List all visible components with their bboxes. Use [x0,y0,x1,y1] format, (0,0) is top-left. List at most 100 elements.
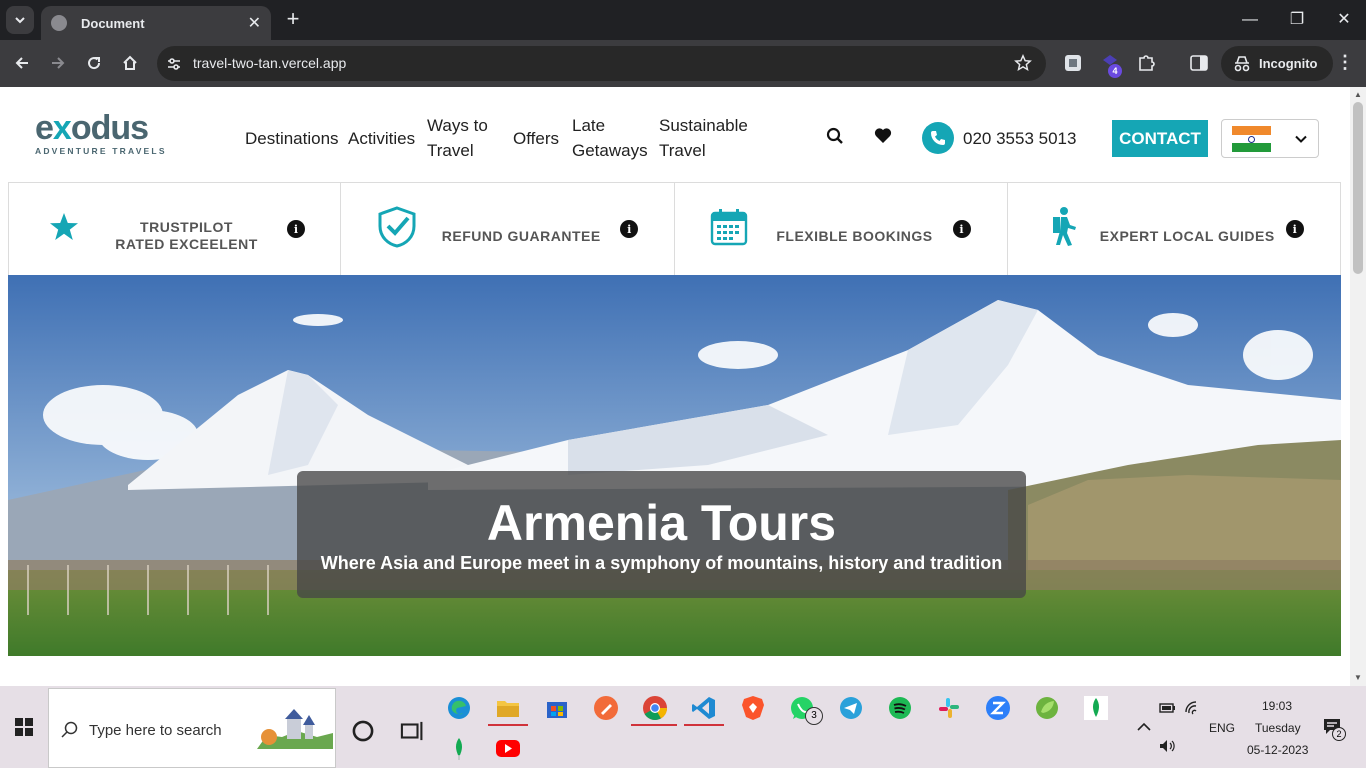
hero-caption: Armenia Tours Where Asia and Europe meet… [297,471,1026,598]
nav-ways-to-travel[interactable]: Ways to Travel [427,113,488,163]
logo-wordmark: exodus [35,111,167,145]
info-icon[interactable]: i [287,220,305,238]
site-header: exodus ADVENTURE TRAVELS Destinations Ac… [8,87,1341,183]
scrollbar-thumb[interactable] [1353,102,1363,274]
youtube-icon[interactable] [495,735,521,761]
globe-icon [51,15,67,31]
notification-button[interactable]: 2 [1322,716,1346,741]
feature-guides: EXPERT LOCAL GUIDES i [1008,183,1341,275]
hiker-icon [1052,207,1076,246]
language-indicator[interactable]: ENG [1209,721,1235,735]
home-button[interactable] [117,50,143,76]
active-app-indicator [488,724,528,726]
side-panel-icon[interactable] [1188,52,1210,74]
nav-offers[interactable]: Offers [513,126,559,151]
extension-badge: 4 [1108,64,1122,78]
taskbar-search-placeholder: Type here to search [89,722,222,739]
extension-badge-button[interactable]: 4 [1100,52,1124,78]
spotify-icon[interactable] [887,695,913,721]
windows-start-icon[interactable] [15,718,33,736]
address-bar[interactable]: travel-two-tan.vercel.app [157,46,1046,81]
clock-day[interactable]: Tuesday [1255,721,1301,735]
cortana-icon[interactable] [350,718,376,744]
calendar-icon [710,209,747,246]
minimize-icon[interactable]: — [1238,8,1262,32]
whatsapp-badge: 3 [805,707,823,725]
page-scrollbar[interactable]: ▲ ▼ [1350,87,1366,686]
info-icon[interactable]: i [1285,220,1304,238]
info-icon[interactable]: i [620,220,639,238]
close-tab-icon[interactable]: ✕ [248,13,261,33]
scroll-down-icon[interactable]: ▼ [1354,673,1362,682]
whatsapp-button[interactable]: 3 [789,695,823,725]
castle-search-highlight-icon [257,709,333,749]
volume-icon[interactable] [1158,738,1176,754]
page-viewport: exodus ADVENTURE TRAVELS Destinations Ac… [0,87,1350,686]
brave-icon[interactable] [740,695,766,721]
clock-date[interactable]: 05-12-2023 [1247,743,1308,757]
india-flag-icon [1232,126,1271,152]
extension-icon[interactable] [1062,52,1084,74]
battery-icon[interactable] [1158,700,1176,716]
scroll-up-icon[interactable]: ▲ [1354,90,1362,99]
info-icon[interactable]: i [952,220,971,238]
feature-flexible-label: FLEXIBLE BOOKINGS [776,228,933,244]
telegram-icon[interactable] [838,695,864,721]
phone-icon [931,131,945,145]
task-view-icon[interactable] [398,718,424,744]
forward-button[interactable] [45,50,71,76]
nav-ways-to-travel-line1: Ways to [427,116,488,135]
site-settings-icon[interactable] [165,55,183,73]
feature-trustpilot-line2: RATED EXCEELENT [115,236,258,252]
file-explorer-icon[interactable] [495,695,521,721]
nav-sustainable-travel-line2: Travel [659,141,706,160]
slack-icon[interactable] [936,695,962,721]
nav-late-getaways-line1: Late [572,116,606,135]
nav-activities[interactable]: Activities [348,126,415,151]
windows-taskbar: Type here to search 3 ENG 19:03 Tuesday … [0,686,1366,768]
zoom-icon[interactable] [985,695,1011,721]
microsoft-store-icon[interactable] [544,695,570,721]
clock-time[interactable]: 19:03 [1262,699,1292,713]
taskbar-search-box[interactable]: Type here to search [48,688,336,768]
phone-button[interactable] [922,122,954,154]
search-icon [826,127,843,144]
site-logo[interactable]: exodus ADVENTURE TRAVELS [35,111,167,156]
bookmark-star-icon[interactable] [1014,54,1032,72]
restore-icon[interactable]: ❐ [1285,8,1309,32]
nav-sustainable-travel[interactable]: Sustainable Travel [659,113,748,163]
spring-icon[interactable] [1034,695,1060,721]
incognito-icon [1234,55,1250,71]
hero-subtitle: Where Asia and Europe meet in a symphony… [320,553,1003,573]
mongodb-icon[interactable] [446,735,472,761]
extensions-puzzle-icon[interactable] [1136,52,1158,74]
vscode-icon[interactable] [691,695,717,721]
tab-search-button[interactable] [6,6,34,34]
nav-late-getaways-line2: Getaways [572,141,648,160]
feature-refund: REFUND GUARANTEE i [341,183,675,275]
chrome-icon[interactable] [642,695,668,721]
close-window-icon[interactable]: ✕ [1332,8,1356,32]
browser-toolbar: travel-two-tan.vercel.app 4 Incognito ⋮ [0,40,1366,87]
mongodb-compass-icon[interactable] [1083,695,1109,721]
nav-late-getaways[interactable]: Late Getaways [572,113,648,163]
logo-word-end: odus [70,109,149,147]
nav-destinations[interactable]: Destinations [245,126,339,151]
back-button[interactable] [9,50,35,76]
wishlist-button[interactable] [874,127,892,149]
browser-tab[interactable]: Document ✕ [41,6,271,40]
star-icon [50,213,78,240]
edge-icon[interactable] [446,695,472,721]
new-tab-button[interactable]: + [281,8,305,32]
country-select[interactable] [1221,119,1319,158]
wifi-icon[interactable] [1184,700,1202,716]
chevron-up-icon[interactable] [1135,718,1153,736]
pen-app-icon[interactable] [593,695,619,721]
incognito-indicator[interactable]: Incognito [1221,46,1333,81]
browser-menu-icon[interactable]: ⋮ [1336,52,1354,73]
browser-tab-bar: Document ✕ + — ❐ ✕ [0,0,1366,40]
contact-button[interactable]: CONTACT [1112,120,1208,157]
phone-number[interactable]: 020 3553 5013 [963,129,1076,149]
search-button[interactable] [826,127,844,150]
reload-button[interactable] [81,50,107,76]
